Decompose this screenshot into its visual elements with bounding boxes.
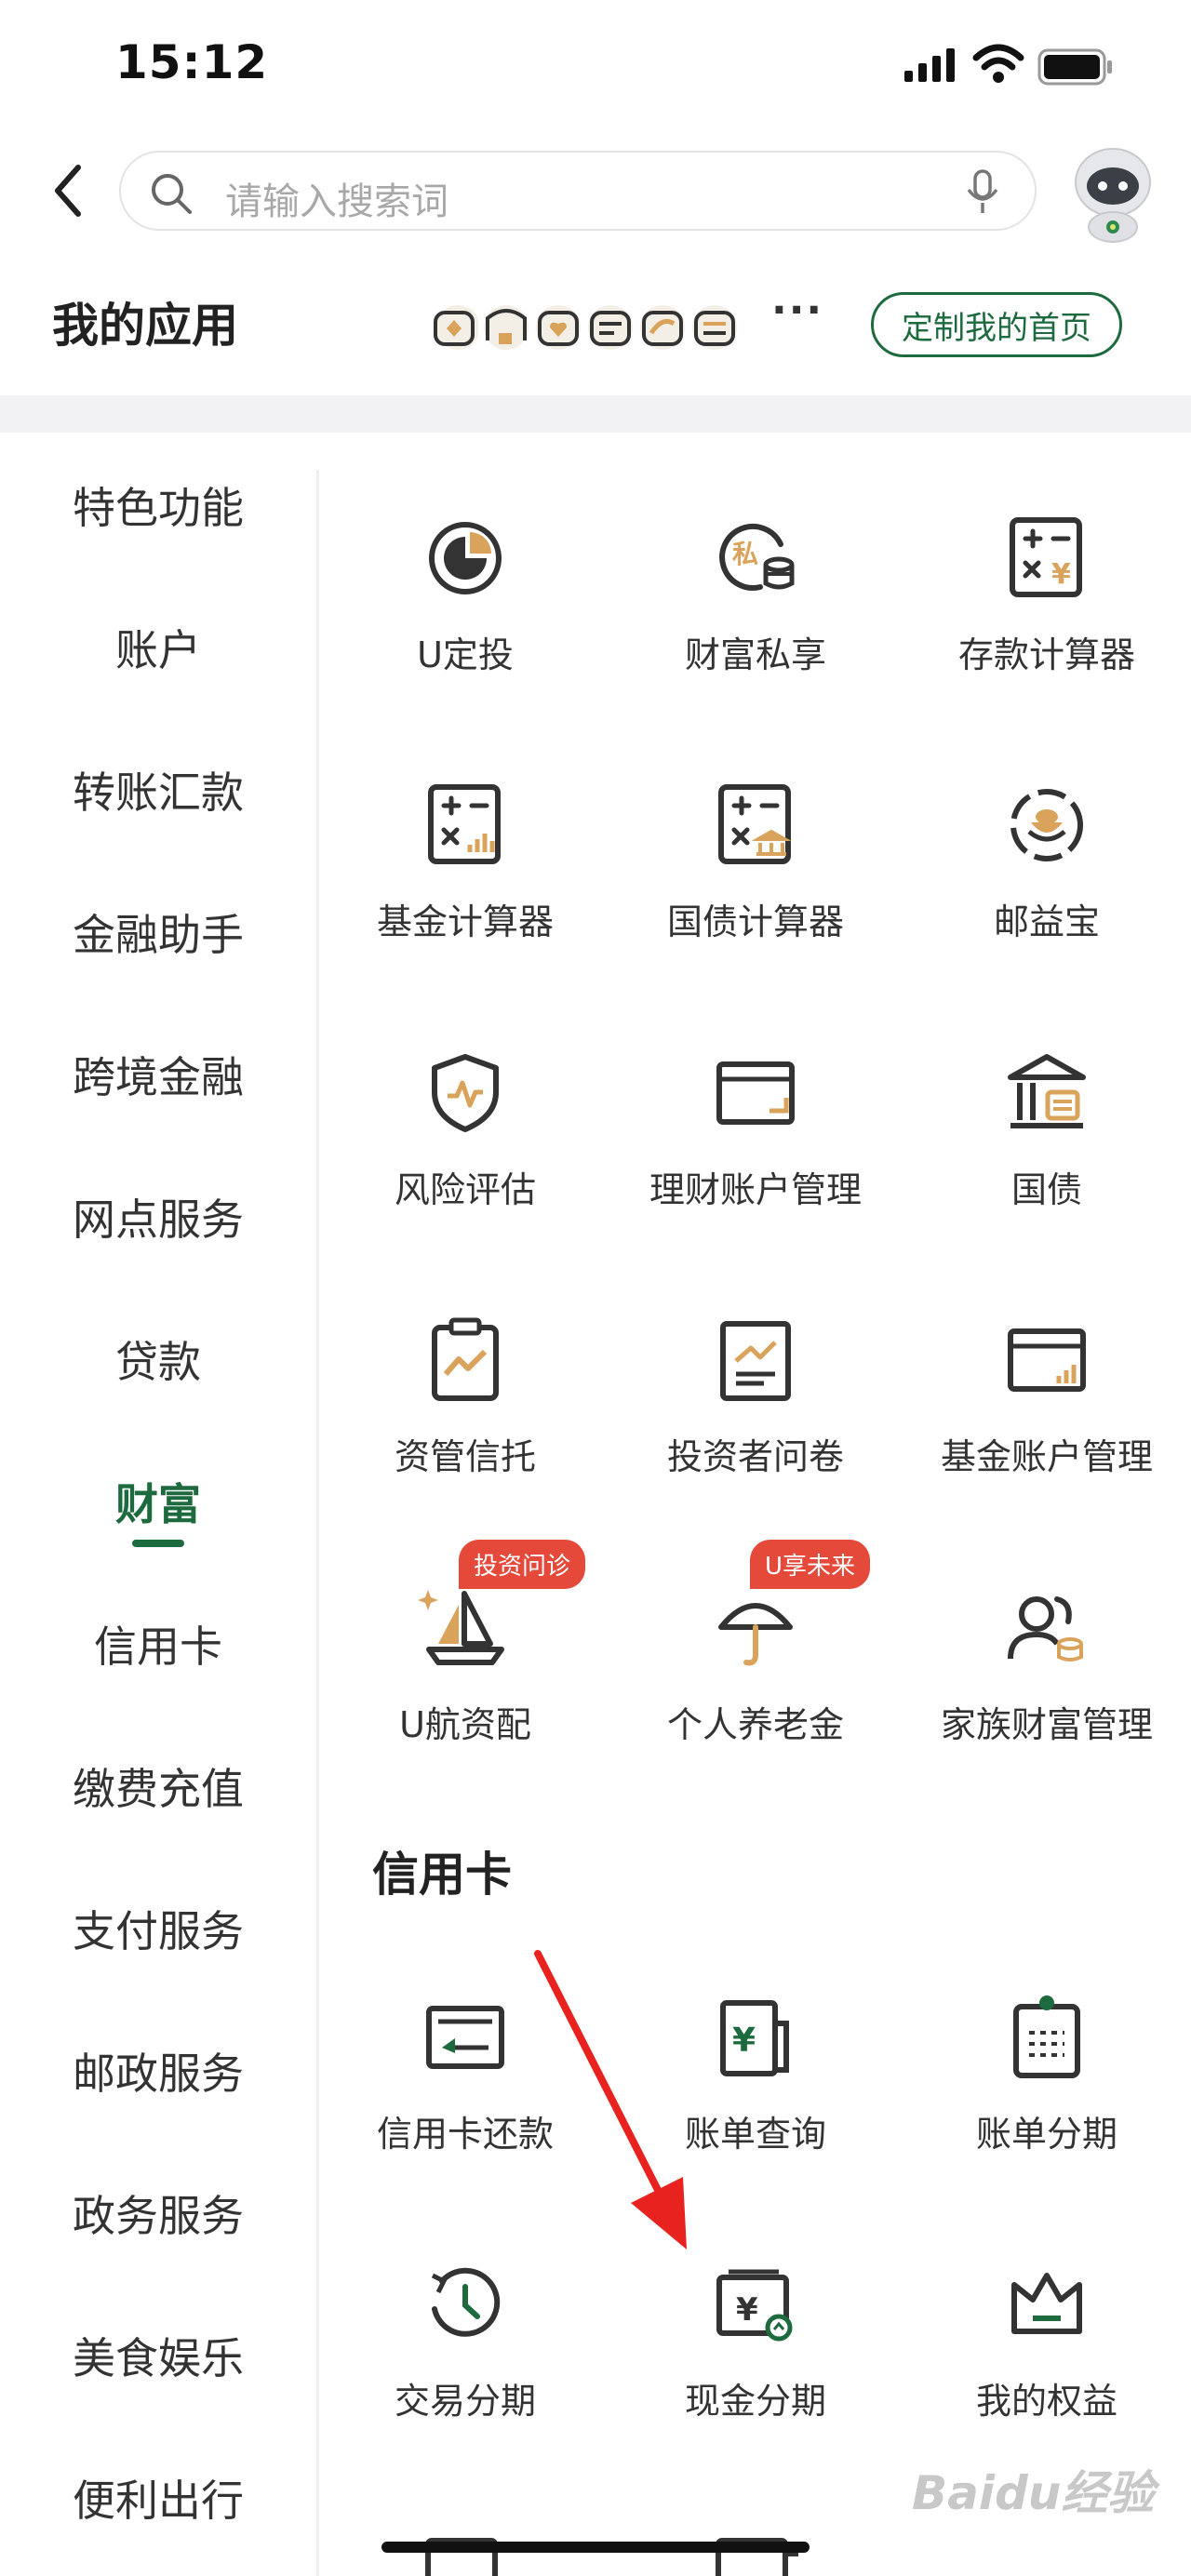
app-fund-account[interactable]: 基金账户管理: [907, 1309, 1186, 1479]
pinned-app-icon[interactable]: [430, 296, 478, 361]
status-time: 15:12: [115, 35, 269, 89]
search-placeholder: 请输入搜索词: [225, 180, 448, 223]
svg-text:¥: ¥: [732, 2022, 756, 2060]
back-arrow-icon[interactable]: [47, 158, 93, 223]
battery-icon: [1037, 48, 1112, 86]
badge-investment-consult: 投资问诊: [459, 1540, 586, 1589]
private-wealth-icon: 私: [719, 523, 795, 591]
my-apps-title: 我的应用: [52, 299, 238, 353]
sidebar-item-finance-assistant[interactable]: 金融助手: [0, 901, 316, 963]
svg-text:¥: ¥: [1051, 558, 1071, 591]
app-bond-calculator[interactable]: 国债计算器: [616, 774, 895, 944]
sidebar-item-food-entertainment[interactable]: 美食娱乐: [0, 2325, 316, 2386]
customize-home-button[interactable]: 定制我的首页: [871, 292, 1122, 357]
search-icon: [152, 174, 192, 214]
u-fixed-invest-icon: [429, 522, 502, 594]
watermark: Baidu经验: [912, 2466, 1155, 2520]
sidebar-item-branch-services[interactable]: 网点服务: [0, 1186, 316, 1248]
app-family-wealth[interactable]: 家族财富管理: [907, 1577, 1186, 1747]
more-pinned-icon[interactable]: ···: [771, 287, 823, 334]
pinned-app-icon[interactable]: [638, 296, 687, 361]
cash-installment-icon: ¥: [716, 2269, 793, 2342]
pinned-app-icon[interactable]: [690, 296, 739, 361]
sidebar-item-wealth[interactable]: 财富: [0, 1471, 316, 1532]
app-cash-installment[interactable]: ¥ 现金分期: [616, 2253, 895, 2423]
sidebar-item-features[interactable]: 特色功能: [0, 474, 316, 536]
deposit-calculator-icon: ¥: [1010, 517, 1082, 597]
bond-calculator-icon: [718, 784, 792, 864]
transaction-installment-icon: [431, 2267, 501, 2337]
app-my-benefits[interactable]: 我的权益: [907, 2253, 1186, 2423]
umbrella-icon: [718, 1603, 793, 1666]
sidebar-item-transfer[interactable]: 转账汇款: [0, 759, 316, 821]
app-youyibao[interactable]: 邮益宝: [907, 774, 1186, 944]
app-risk-assessment[interactable]: 风险评估: [326, 1042, 605, 1212]
sidebar-item-loans[interactable]: 贷款: [0, 1328, 316, 1390]
signal-icon: [904, 48, 955, 82]
app-u-hang-allocation[interactable]: 投资问诊 U航资配: [326, 1540, 605, 1747]
pinned-app-icon[interactable]: [586, 296, 635, 361]
bill-query-icon: ¥: [720, 2000, 789, 2076]
annotation-arrow-icon: [534, 1950, 687, 2249]
sidebar-item-government[interactable]: 政务服务: [0, 2182, 316, 2244]
asset-trust-icon: [432, 1317, 499, 1401]
microphone-icon[interactable]: [964, 169, 1001, 216]
search-input[interactable]: 请输入搜索词: [119, 151, 1037, 231]
status-bar: 15:12: [0, 0, 1191, 130]
section-title-credit-card: 信用卡: [372, 1848, 512, 1902]
sidebar-item-bill-payment[interactable]: 缴费充值: [0, 1755, 316, 1817]
treasury-bond-icon: [1008, 1054, 1086, 1128]
app-wealth-account[interactable]: 理财账户管理: [616, 1042, 895, 1212]
sailboat-icon: [418, 1590, 504, 1665]
app-bill-installment[interactable]: 账单分期: [907, 1986, 1186, 2156]
pinned-app-icon[interactable]: [482, 296, 530, 361]
sidebar-item-postal-services[interactable]: 邮政服务: [0, 2040, 316, 2102]
sidebar-item-account[interactable]: 账户: [0, 617, 316, 678]
svg-text:¥: ¥: [736, 2291, 758, 2329]
app-u-fixed-invest[interactable]: U定投: [326, 507, 605, 677]
home-indicator[interactable]: [381, 2542, 810, 2553]
sidebar-item-cross-border[interactable]: 跨境金融: [0, 1044, 316, 1105]
app-private-wealth[interactable]: 私 财富私享: [616, 507, 895, 677]
bill-installment-icon: [1013, 1995, 1080, 2078]
active-indicator: [132, 1540, 184, 1547]
app-deposit-calculator[interactable]: ¥ 存款计算器: [907, 507, 1186, 677]
fund-account-icon: [1008, 1328, 1086, 1392]
questionnaire-icon: [720, 1321, 791, 1401]
pinned-app-icon[interactable]: [534, 296, 582, 361]
sidebar-divider: [316, 470, 319, 2576]
app-investor-questionnaire[interactable]: 投资者问卷: [616, 1309, 895, 1479]
badge-u-future: U享未来: [750, 1540, 871, 1589]
youyibao-icon: [1010, 789, 1083, 861]
app-asset-trust[interactable]: 资管信托: [326, 1309, 605, 1479]
wealth-account-icon: [716, 1061, 795, 1125]
robot-assistant-avatar[interactable]: [1063, 140, 1163, 244]
app-treasury-bond[interactable]: 国债: [907, 1042, 1186, 1212]
pinned-apps-strip[interactable]: ···: [430, 287, 822, 361]
sidebar-item-travel[interactable]: 便利出行: [0, 2467, 316, 2529]
family-wealth-icon: [1008, 1596, 1083, 1662]
card-repay-icon: [426, 2006, 504, 2069]
category-sidebar: 特色功能 账户 转账汇款 金融助手 跨境金融 网点服务 贷款 财富 信用卡 缴费…: [0, 433, 316, 2576]
app-personal-pension[interactable]: U享未来 个人养老金: [616, 1540, 895, 1747]
sidebar-item-payment-services[interactable]: 支付服务: [0, 1898, 316, 1959]
svg-text:私: 私: [732, 539, 758, 569]
sidebar-item-credit-card[interactable]: 信用卡: [0, 1613, 316, 1675]
wifi-icon: [972, 44, 1024, 83]
app-transaction-installment[interactable]: 交易分期: [326, 2253, 605, 2423]
app-fund-calculator[interactable]: 基金计算器: [326, 774, 605, 944]
risk-shield-icon: [432, 1054, 499, 1132]
fund-calculator-icon: [428, 784, 501, 864]
section-band: [0, 395, 1191, 433]
crown-icon: [1011, 2273, 1082, 2334]
